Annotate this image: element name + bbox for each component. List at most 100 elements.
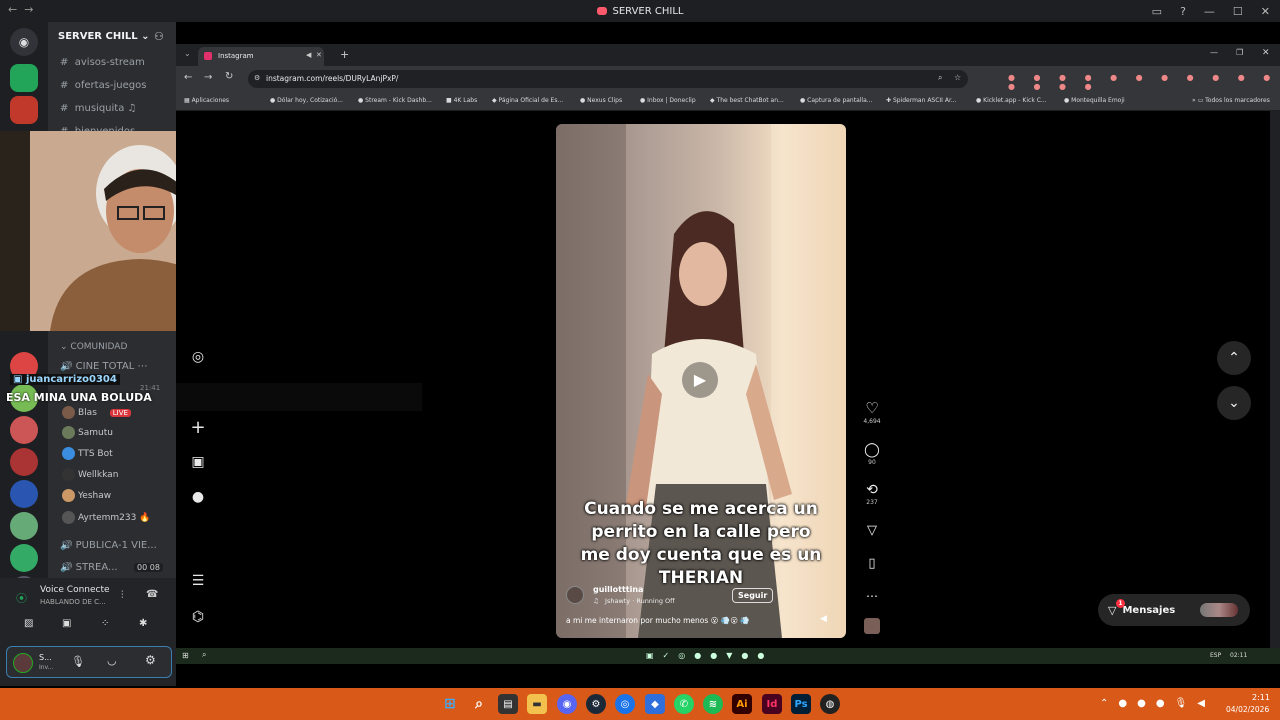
server-name[interactable]: SERVER CHILL ⌄ [58, 31, 150, 42]
voice-user-blas[interactable]: Blas LIVE [62, 406, 131, 419]
discord-icon[interactable]: ◉ [557, 694, 577, 714]
maximize-icon[interactable]: ☐ [1233, 5, 1243, 18]
screen-share-icon[interactable]: ▣ [62, 618, 71, 629]
more-menu-icon[interactable]: ☰ [188, 573, 208, 589]
browser-maximize-icon[interactable]: ❐ [1236, 48, 1243, 57]
category-comunidad[interactable]: ⌄ COMUNIDAD [60, 342, 170, 352]
address-bar[interactable]: ⚙ instagram.com/reels/DURyLAnjPxP/ ⌕ ☆ [248, 70, 968, 88]
forward-icon[interactable]: → [204, 72, 212, 83]
voice-user-tts-bot[interactable]: TTS Bot [62, 447, 113, 460]
help-icon[interactable]: ? [1180, 5, 1186, 18]
inner-start-icon[interactable]: ⊞ [182, 651, 189, 660]
headphones-icon[interactable]: ◡ [107, 654, 117, 667]
tray-icons[interactable]: ⌃●●●🎙◀ [1100, 698, 1215, 709]
chrome-icon[interactable]: ◎ [615, 694, 635, 714]
dashboard-icon[interactable]: ▣ [188, 454, 208, 470]
voice-user-ayrtemm[interactable]: Ayrtemm233 🔥 [62, 511, 150, 524]
channel-ofertas-juegos[interactable]: # ofertas-juegos [60, 80, 170, 91]
taskbar-clock[interactable]: 2:11 [1252, 693, 1270, 702]
bookmark-item[interactable]: ● Kicklet.app - Kick C... [976, 97, 1047, 104]
mute-icon[interactable]: ◀ [820, 614, 827, 624]
file-explorer-icon[interactable]: ▬ [527, 694, 547, 714]
inbox-icon[interactable]: ▭ [1152, 5, 1162, 18]
start-icon[interactable]: ⊞ [440, 694, 460, 714]
voice-user-samutu[interactable]: Samutu [62, 426, 113, 439]
browser-close-icon[interactable]: ✕ [1262, 48, 1270, 58]
voice-channel-publica[interactable]: 🔊 PUBLICA-1 VIE... [60, 540, 170, 551]
user-avatar[interactable] [13, 653, 33, 673]
all-bookmarks[interactable]: » ▭ Todos los marcadores [1192, 97, 1270, 104]
add-member-icon[interactable]: ⚇ [154, 30, 164, 43]
threads-icon[interactable]: ⌬ [188, 609, 208, 625]
browser-minimize-icon[interactable]: — [1210, 48, 1218, 57]
page-scrollbar[interactable] [1270, 111, 1280, 648]
server-icon[interactable] [10, 64, 38, 92]
back-forward-icons[interactable]: ← → [8, 3, 33, 16]
inner-app-icons[interactable]: ▣✓◎●●▼●● [646, 651, 773, 660]
site-info-icon[interactable]: ⚙ [254, 74, 260, 82]
bookmark-star-icon[interactable]: ☆ [954, 73, 961, 82]
inner-search-icon[interactable]: ⌕ [202, 650, 206, 660]
comment-button[interactable]: ◯ 90 [860, 439, 884, 466]
zoom-icon[interactable]: ⌕ [938, 73, 942, 83]
music-info[interactable]: ♫ Jshawty · Running Off [593, 597, 675, 605]
voice-user-wellkkan[interactable]: Wellkkan [62, 468, 118, 481]
author-avatar[interactable] [566, 586, 584, 604]
app-icon[interactable]: ◆ [645, 694, 665, 714]
server-icon[interactable] [10, 544, 38, 572]
video-off-icon[interactable]: ▨ [24, 618, 33, 629]
previous-reel-button[interactable]: ⌃ [1217, 341, 1251, 375]
tab-instagram[interactable]: Instagram ◀ ✕ [198, 47, 324, 66]
more-options-button[interactable]: ⋯ [860, 585, 884, 604]
tab-close-icon[interactable]: ✕ [316, 51, 322, 59]
author-name[interactable]: guillotttina [593, 585, 643, 594]
bookmark-item[interactable]: ◆ Página Oficial de Es... [492, 97, 563, 104]
bookmark-item[interactable]: ● Nexus Clips [580, 97, 622, 104]
bookmark-item[interactable]: ● Dólar hoy, Cotizació... [270, 97, 343, 104]
disconnect-icon[interactable]: ☎ [146, 589, 158, 600]
bookmark-item[interactable]: ◆ The best ChatBot an... [710, 97, 784, 104]
profile-avatar[interactable]: ● [188, 489, 208, 505]
bookmark-item[interactable]: ● Captura de pantalla... [800, 97, 873, 104]
server-icon[interactable] [10, 96, 38, 124]
photoshop-icon[interactable]: Ps [791, 694, 811, 714]
new-tab-button[interactable]: + [340, 48, 349, 61]
voice-user-yeshaw[interactable]: Yeshaw [62, 489, 111, 502]
activities-icon[interactable]: ⁘ [101, 618, 109, 629]
whatsapp-icon[interactable]: ✆ [674, 694, 694, 714]
extensions-icon[interactable]: ● ● ● ● ● ● ● ● ● ● ● ● ● ● ● [1008, 73, 1280, 91]
share-button[interactable]: ▽ [860, 519, 884, 538]
server-icon[interactable] [10, 416, 38, 444]
steam-icon[interactable]: ⚙ [586, 694, 606, 714]
channel-musiquita[interactable]: # musiquita ♫ [60, 103, 170, 114]
voice-channel-cine-total[interactable]: 🔊 CINE TOTAL ⋯ [60, 361, 170, 372]
reload-icon[interactable]: ↻ [225, 71, 233, 82]
server-icon[interactable] [10, 512, 38, 540]
channel-avisos-stream[interactable]: # avisos-stream [60, 57, 170, 68]
bookmark-item[interactable]: ● Inbox | Doneclip [640, 97, 696, 104]
bookmark-item[interactable]: ✚ Spiderman ASCII Ar... [886, 97, 957, 104]
noise-suppression-icon[interactable]: ⫶ [121, 590, 124, 601]
search-icon[interactable]: ⌕ [469, 694, 489, 714]
audio-thumbnail[interactable] [864, 618, 880, 634]
discord-home-icon[interactable]: ◉ [10, 28, 38, 56]
repost-button[interactable]: ⟲ 237 [860, 479, 884, 506]
like-button[interactable]: ♡ 4,694 [860, 398, 884, 425]
reel-video[interactable]: ▶ Cuando se me acerca un perrito en la c… [556, 124, 846, 638]
follow-button[interactable]: Seguir [732, 588, 774, 603]
spotify-icon[interactable]: ≋ [703, 694, 723, 714]
play-icon[interactable]: ▶ [682, 362, 718, 398]
minimize-icon[interactable]: — [1204, 5, 1215, 18]
bookmark-item[interactable]: ■ 4K Labs [446, 97, 477, 104]
server-icon[interactable] [10, 480, 38, 508]
reel-description[interactable]: a mi me internaron por mucho menos 😮 💨😮 … [566, 616, 750, 625]
tab-audio-icon[interactable]: ◀ [306, 51, 311, 59]
voice-connected-label[interactable]: Voice Connected [40, 585, 110, 595]
soundboard-icon[interactable]: ✱ [139, 618, 147, 629]
close-icon[interactable]: ✕ [1261, 5, 1270, 18]
save-button[interactable]: ▯ [860, 552, 884, 571]
explore-icon[interactable]: ◎ [188, 349, 208, 365]
microphone-icon[interactable]: 🎙 [71, 655, 85, 668]
server-icon[interactable] [10, 448, 38, 476]
illustrator-icon[interactable]: Ai [732, 694, 752, 714]
